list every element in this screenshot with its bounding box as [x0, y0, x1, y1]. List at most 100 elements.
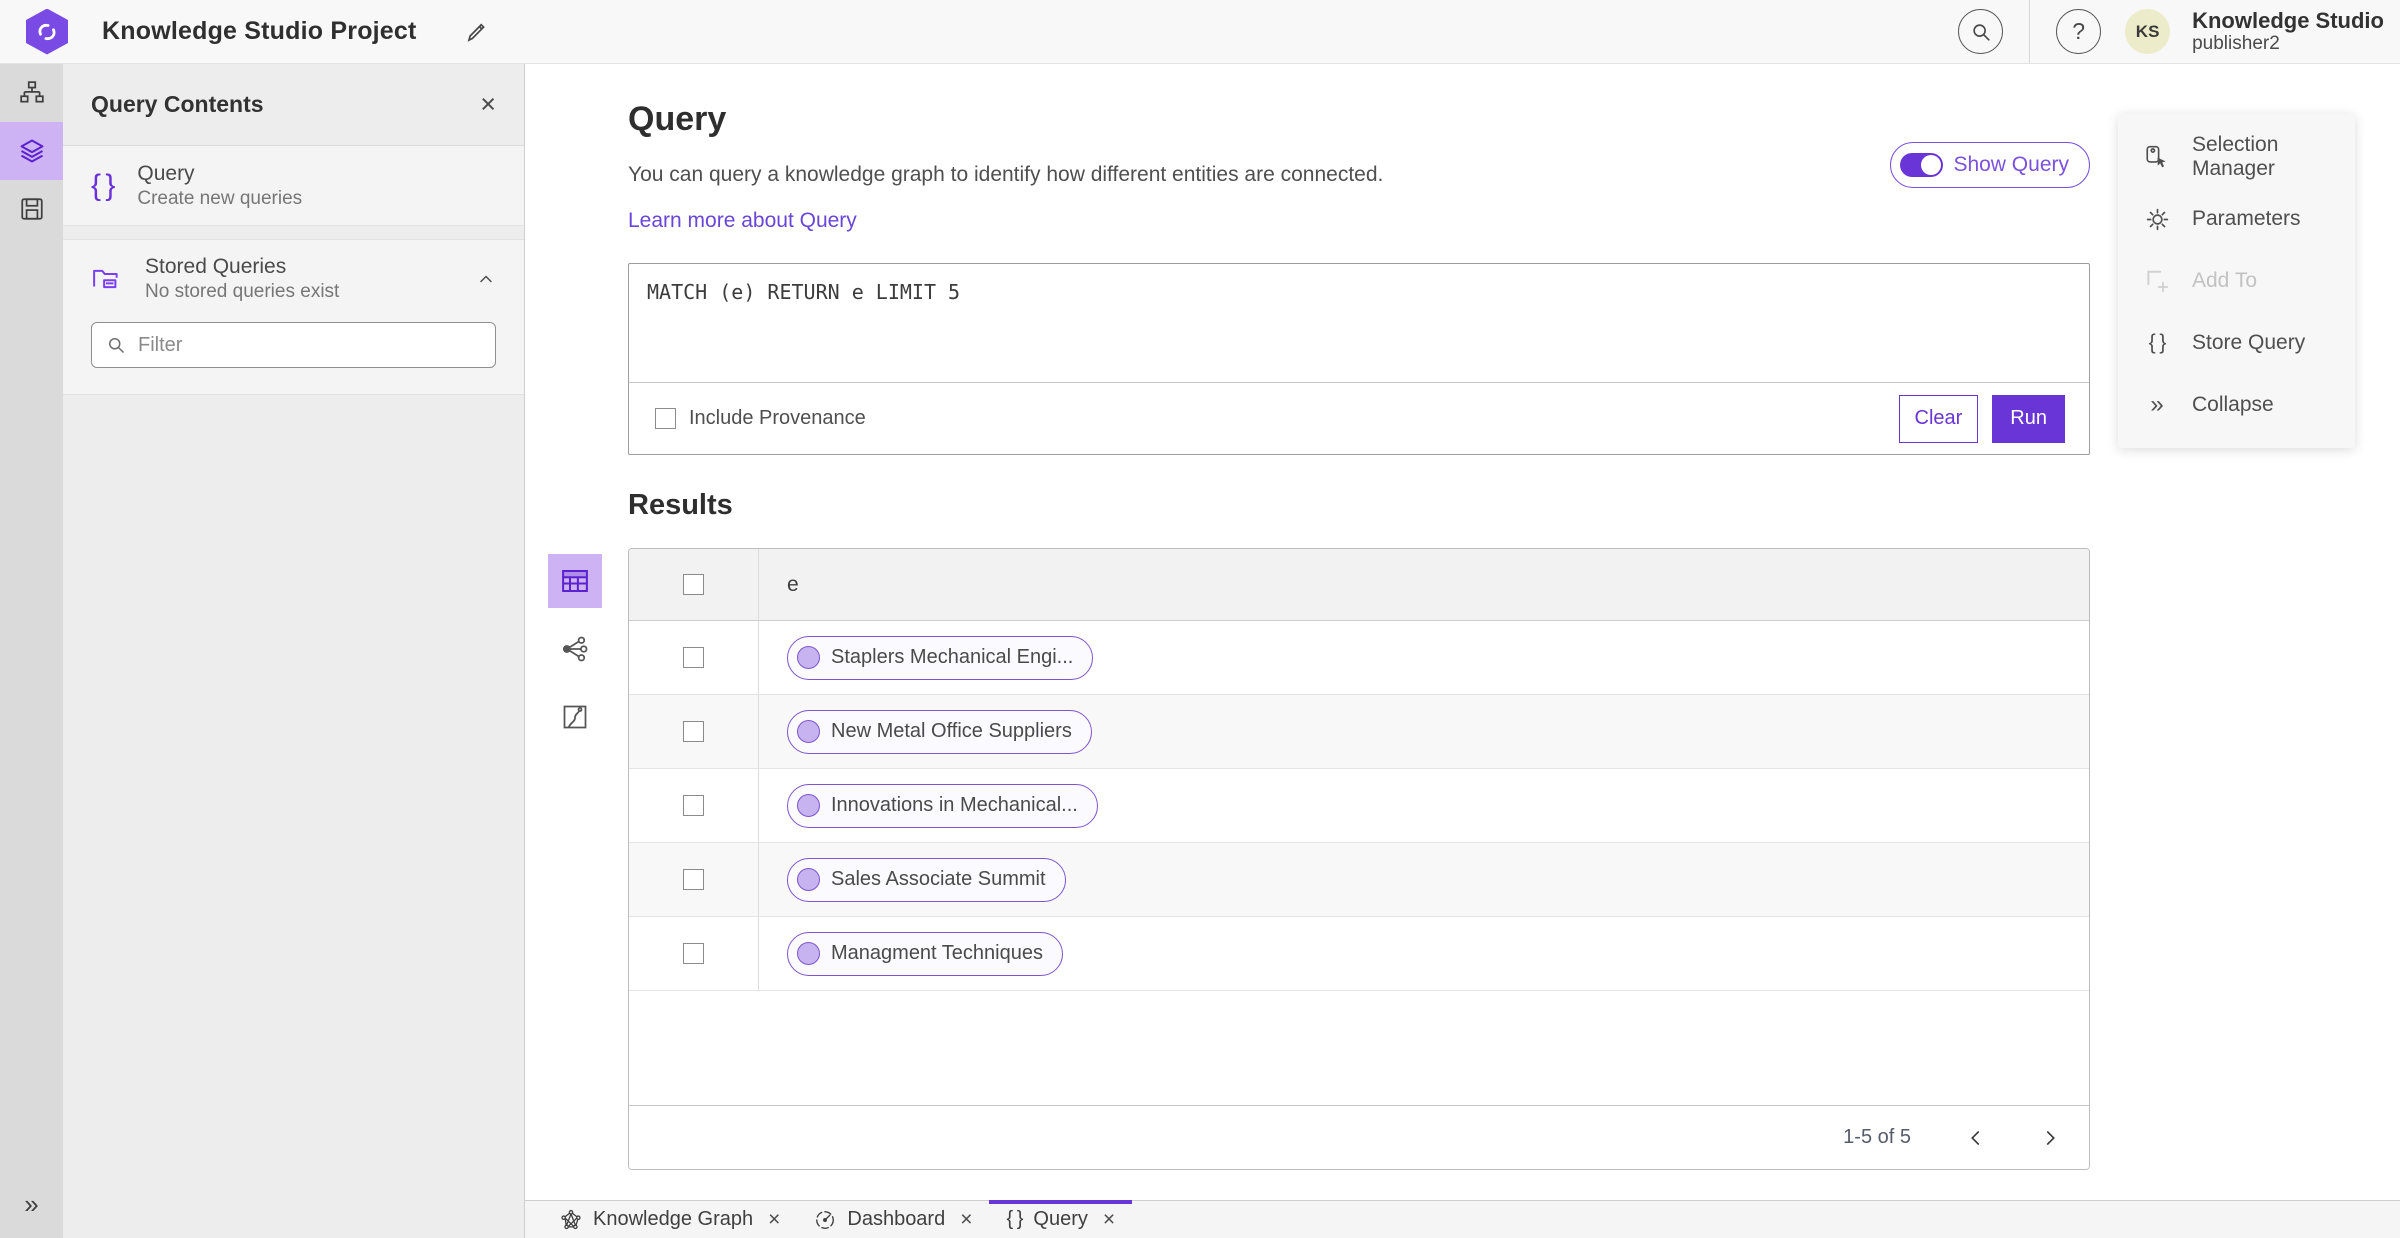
expand-rail-button[interactable]: » — [24, 1189, 38, 1220]
tab-label: Knowledge Graph — [593, 1208, 754, 1230]
panel-item-query[interactable]: { } Query Create new queries — [63, 146, 524, 226]
run-button[interactable]: Run — [1992, 394, 2065, 443]
table-row[interactable]: New Metal Office Suppliers — [629, 695, 2089, 769]
menu-item-label: Add To — [2192, 269, 2257, 292]
table-icon — [560, 566, 590, 596]
add-to-icon — [2144, 268, 2170, 294]
folder-icon — [91, 264, 121, 294]
tab-dashboard[interactable]: Dashboard × — [797, 1201, 989, 1238]
avatar[interactable]: KS — [2125, 9, 2171, 54]
table-row[interactable]: Innovations in Mechanical... — [629, 769, 2089, 843]
stored-queries-subtitle: No stored queries exist — [145, 281, 340, 303]
learn-more-link[interactable]: Learn more about Query — [628, 209, 857, 233]
entity-pill[interactable]: Sales Associate Summit — [787, 857, 1066, 902]
show-query-toggle[interactable]: Show Query — [1890, 142, 2090, 188]
entity-dot-icon — [797, 646, 820, 669]
panel-close-button[interactable]: × — [480, 91, 496, 118]
entity-pill[interactable]: New Metal Office Suppliers — [787, 709, 1092, 754]
user-info: Knowledge Studio publisher2 — [2192, 8, 2384, 55]
query-item-title: Query — [137, 161, 195, 185]
menu-item-selection-manager[interactable]: Selection Manager — [2118, 126, 2355, 188]
tab-query[interactable]: { } Query × — [989, 1200, 1132, 1238]
close-tab-button[interactable]: × — [960, 1209, 972, 1230]
table-row[interactable]: Staplers Mechanical Engi... — [629, 621, 2089, 695]
double-chevron-icon: » — [2150, 391, 2164, 418]
map-view-button[interactable] — [548, 690, 602, 744]
query-textarea[interactable]: MATCH (e) RETURN e LIMIT 5 — [629, 264, 2089, 382]
search-icon — [1970, 21, 1992, 43]
toggle-switch[interactable] — [1900, 153, 1944, 177]
pencil-icon — [463, 19, 489, 45]
row-checkbox[interactable] — [683, 647, 704, 668]
clear-button[interactable]: Clear — [1898, 394, 1979, 443]
entity-dot-icon — [797, 868, 820, 891]
main-area: Query You can query a knowledge graph to… — [525, 64, 2400, 1200]
selection-manager-icon — [2144, 144, 2170, 170]
chevron-up-icon[interactable] — [476, 269, 496, 289]
menu-item-label: Store Query — [2192, 331, 2306, 354]
top-bar: Knowledge Studio Project ? KS Knowledge … — [0, 0, 2400, 64]
braces-icon: { } — [1006, 1208, 1023, 1230]
menu-item-parameters[interactable]: Parameters — [2118, 188, 2355, 250]
entity-pill[interactable]: Staplers Mechanical Engi... — [787, 635, 1094, 680]
edit-title-button[interactable] — [463, 19, 489, 45]
search-button[interactable] — [1958, 9, 2004, 54]
query-editor-panel: MATCH (e) RETURN e LIMIT 5 Include Prove… — [628, 263, 2090, 455]
stored-queries-section: Stored Queries No stored queries exist — [63, 239, 524, 395]
query-tools-menu: Selection Manager Parameters Add To {} … — [2118, 114, 2355, 448]
panel-header: Query Contents × — [63, 64, 524, 146]
row-checkbox[interactable] — [683, 795, 704, 816]
project-title: Knowledge Studio Project — [102, 17, 417, 45]
table-row[interactable]: Sales Associate Summit — [629, 843, 2089, 917]
entity-pill[interactable]: Managment Techniques — [787, 931, 1063, 976]
entity-dot-icon — [797, 720, 820, 743]
entity-dot-icon — [797, 794, 820, 817]
results-table: e Staplers Mechanical Engi... New Metal … — [628, 548, 2090, 1170]
query-heading: Query — [628, 100, 727, 138]
rail-item-contents[interactable] — [0, 122, 63, 180]
show-query-label: Show Query — [1953, 153, 2069, 176]
braces-icon: { } — [2148, 331, 2167, 354]
app-logo-icon — [26, 8, 68, 55]
braces-icon: { } — [91, 168, 115, 202]
table-header-row: e — [629, 549, 2089, 621]
query-contents-panel: Query Contents × { } Query Create new qu… — [63, 64, 525, 1238]
include-provenance-label: Include Provenance — [689, 407, 866, 429]
dashboard-icon — [814, 1209, 836, 1231]
user-org-label: Knowledge Studio — [2192, 7, 2384, 33]
filter-field[interactable] — [91, 322, 496, 368]
tab-knowledge-graph[interactable]: Knowledge Graph × — [543, 1201, 797, 1238]
next-page-button[interactable] — [2041, 1129, 2059, 1147]
app-window: Knowledge Studio Project ? KS Knowledge … — [0, 0, 2400, 1238]
table-row[interactable]: Managment Techniques — [629, 917, 2089, 991]
table-footer: 1-5 of 5 — [629, 1105, 2089, 1169]
table-view-button[interactable] — [548, 554, 602, 608]
entity-pill[interactable]: Innovations in Mechanical... — [787, 783, 1098, 828]
user-name-label: publisher2 — [2192, 33, 2280, 55]
panel-item-stored-queries[interactable]: Stored Queries No stored queries exist — [63, 240, 524, 318]
gear-icon — [2144, 207, 2170, 232]
row-checkbox[interactable] — [683, 869, 704, 890]
row-checkbox[interactable] — [683, 943, 704, 964]
close-tab-button[interactable]: × — [1103, 1209, 1115, 1230]
close-tab-button[interactable]: × — [768, 1209, 780, 1230]
rail-item-save[interactable] — [0, 180, 63, 238]
menu-item-store-query[interactable]: { } Store Query — [2118, 312, 2355, 374]
double-chevron-icon: » — [24, 1189, 39, 1219]
menu-item-collapse[interactable]: » Collapse — [2118, 374, 2355, 436]
map-icon — [561, 703, 589, 731]
include-provenance-checkbox[interactable] — [655, 408, 676, 429]
entity-dot-icon — [797, 942, 820, 965]
menu-item-label: Parameters — [2192, 207, 2301, 230]
chevron-right-icon — [2041, 1129, 2059, 1147]
row-checkbox[interactable] — [683, 721, 704, 742]
filter-input[interactable] — [138, 333, 481, 357]
help-button[interactable]: ? — [2056, 9, 2102, 54]
help-icon: ? — [2072, 18, 2085, 44]
results-heading: Results — [628, 489, 733, 521]
previous-page-button[interactable] — [1967, 1129, 1985, 1147]
rail-item-knowledge-graph[interactable] — [0, 64, 63, 122]
link-chart-view-button[interactable] — [548, 622, 602, 676]
save-icon — [19, 196, 45, 222]
select-all-checkbox[interactable] — [683, 574, 704, 595]
